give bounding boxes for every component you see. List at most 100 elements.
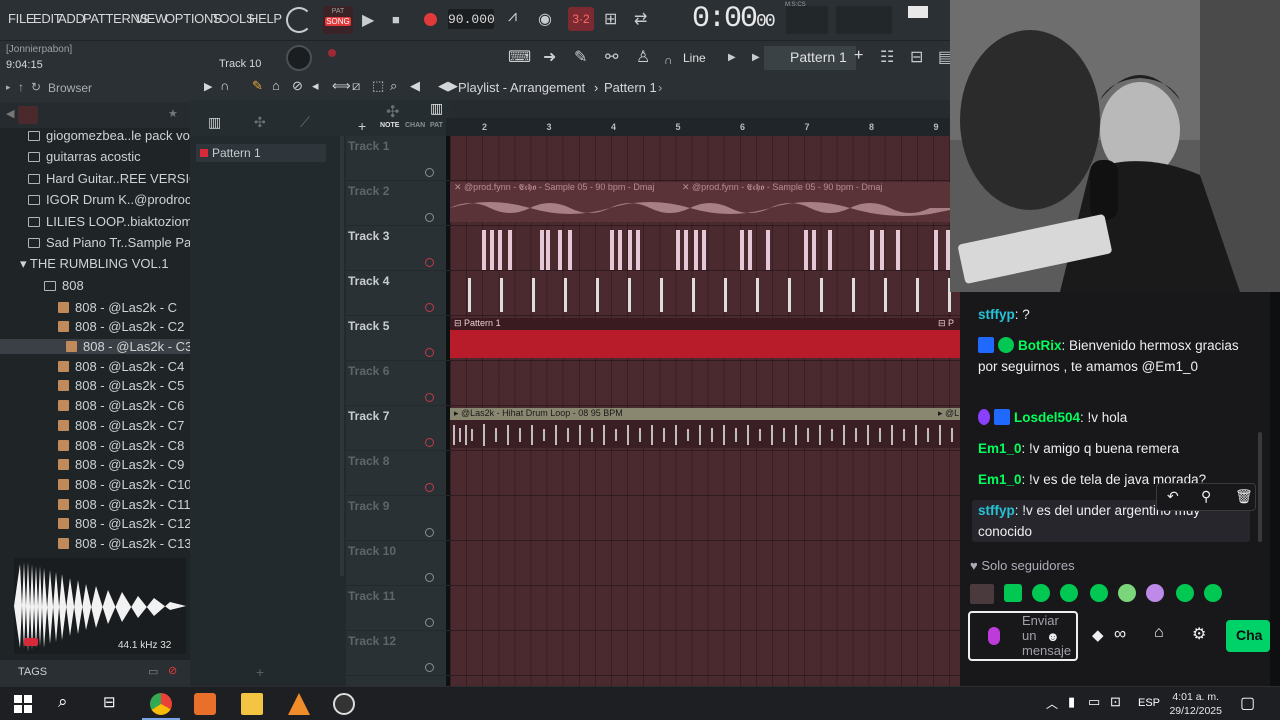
track-header[interactable]: Track 7 [346,406,450,451]
menu-add[interactable]: ADD [58,11,85,26]
browser-sample-item[interactable]: 808 - @Las2k - C2 [58,319,184,334]
browser-sample-item[interactable]: 808 - @Las2k - C13 [58,536,192,551]
browser-star-icon[interactable]: ★ [168,107,178,120]
automation-icon[interactable]: ⟋ [300,114,310,131]
pattern-arrow-icon[interactable]: ▶ [752,52,760,63]
snap-arrow-icon[interactable]: ▶ [728,52,736,63]
emote-icon[interactable] [1118,584,1136,602]
browser-sample-item[interactable]: 808 - @Las2k - C6 [58,398,184,413]
mute-icon[interactable]: ◂ [312,78,319,94]
play-icon[interactable]: ▶ [362,10,374,30]
chat-scrollbar[interactable] [1258,432,1262,542]
browser-folder-item[interactable]: Sad Piano Tr..Sample Pack [28,235,204,250]
track-header[interactable]: Track 9 [346,496,450,541]
mic-icon[interactable] [988,627,1000,645]
chat-username[interactable]: stffyp [978,307,1015,322]
mixer-icon[interactable]: ☷ [880,47,894,67]
browser-sample-item[interactable]: 808 - @Las2k - C3 [0,339,192,354]
browser-sample-item[interactable]: 808 - @Las2k - C12 [58,516,192,531]
track-mute-icon[interactable] [425,168,434,177]
slice-icon[interactable]: ⧄ [352,78,360,94]
track-header[interactable]: Track 11 [346,586,450,631]
trash-icon[interactable]: 🗑 [1235,488,1253,505]
browser-folder-item[interactable]: IGOR Drum K..@prodrocka [28,192,205,207]
track-header[interactable]: Track 12 [346,631,450,676]
timeline-ruler[interactable]: 2 3 4 5 6 7 8 9 [446,118,950,136]
channel-rack-icon[interactable]: ⊟ [910,47,923,67]
browser-sample-item[interactable]: 808 - @Las2k - C8 [58,438,184,453]
pitch-knob[interactable] [286,45,312,71]
browser-sample-item[interactable]: 808 - @Las2k - C4 [58,359,184,374]
chat-input[interactable]: Enviar un mensaje ☻ [968,611,1078,661]
master-volume-knob[interactable] [286,7,312,33]
browser-folder-item[interactable]: Hard Guitar..REE VERSION [28,171,209,186]
tray-network-icon[interactable]: ⊡ [1110,694,1121,710]
track-mute-icon[interactable] [425,618,434,627]
track-header[interactable]: Track 5 [346,316,450,361]
arrow-right-icon[interactable]: ➜ [543,47,556,67]
magnet-icon[interactable]: ∩ [664,53,673,67]
settings-gear-icon[interactable]: ⚙ [1192,624,1206,644]
browser-up-icon[interactable]: ↑ [18,80,24,94]
track-header[interactable]: Track 3 [346,226,450,271]
snap-selector[interactable]: Line [683,51,706,65]
track-mute-icon[interactable] [425,303,434,312]
emote-icon[interactable] [1004,584,1022,602]
obs-icon[interactable] [333,693,355,715]
browser-folder-item[interactable]: LILIES LOOP..biaktoziomal [28,214,203,229]
tags-search-icon[interactable]: ⊘ [168,664,177,677]
chat-username[interactable]: Em1_0 [978,441,1022,456]
pat-song-toggle[interactable]: PAT SONG [323,6,353,34]
browser-sample-item[interactable]: 808 - @Las2k - C10 [58,477,192,492]
loop-icon[interactable]: ∞ [1114,624,1126,644]
stop-icon[interactable]: ■ [392,12,400,27]
emoji-icon[interactable]: ☻ [1046,629,1060,644]
delete-icon[interactable]: ⊘ [292,78,303,94]
browser-sample-item[interactable]: 808 - @Las2k - C [58,300,177,315]
tray-mic-icon[interactable]: ▮ [1068,694,1075,710]
emote-thumbnail[interactable] [970,584,994,604]
moderator-badge-icon[interactable] [994,409,1010,425]
track-mute-icon[interactable] [425,528,434,537]
stamp-icon[interactable]: ♙ [636,47,650,67]
audio-clip-sample[interactable]: ✕ @prod.fynn - 𝕰𝖈𝖍𝖔 - Sample 05 - 90 bpm… [450,182,960,222]
windows-start-icon[interactable] [12,693,34,715]
track-mute-icon[interactable] [425,438,434,447]
blend-notes-icon[interactable]: ⊞ [604,9,617,29]
track-mute-icon[interactable] [425,348,434,357]
emote-icon[interactable] [1146,584,1164,602]
notifications-icon[interactable]: ▢ [1240,693,1255,713]
metronome-icon[interactable]: ⩘ [508,8,517,26]
browser-sample-item[interactable]: 808 - @Las2k - C11 [58,497,191,512]
emote-icon[interactable] [1176,584,1194,602]
fl-studio-icon[interactable] [288,693,310,715]
browser-sample-item[interactable]: 808 - @Las2k - C9 [58,457,184,472]
magnet-snap-icon[interactable]: ∩ [220,78,229,93]
track-mute-icon[interactable] [425,393,434,402]
tab-pat[interactable]: PAT [430,122,443,129]
playback-icon[interactable]: ◀ [410,78,420,94]
add-pattern-icon[interactable]: + [854,47,863,65]
playlist-grid[interactable]: ✕ @prod.fynn - 𝕰𝖈𝖍𝖔 - Sample 05 - 90 bpm… [450,136,960,686]
chrome-icon[interactable] [150,693,172,715]
chat-username[interactable]: Em1_0 [978,472,1022,487]
browser-folder-item[interactable]: 808 [44,278,84,293]
browser-sample-item[interactable]: 808 - @Las2k - C5 [58,378,184,393]
language-indicator[interactable]: ESP [1138,697,1160,709]
pin-icon[interactable]: ⚲ [1201,488,1211,505]
record-icon[interactable] [424,13,437,26]
link-icon[interactable]: ⚯ [605,47,618,67]
track-header[interactable]: Track 1 [346,136,450,181]
tab-note[interactable]: NOTE [380,122,399,129]
browser-folder-item[interactable]: guitarras acostic [28,149,141,164]
hihat-clip[interactable]: ▸ @Las2k - Hihat Drum Loop - 08 95 BPM ▸… [450,408,960,448]
paint-icon[interactable]: ⌂ [272,78,280,93]
zoom-icon[interactable]: ⌕ [390,78,397,94]
browser-folder-item[interactable]: giogomezbea..le pack vol1 [28,128,200,143]
picker-add-icon[interactable]: + [256,664,264,680]
pattern-selector[interactable]: Pattern 1 [764,46,856,70]
reply-icon[interactable]: ↶ [1167,488,1179,505]
tags-bar[interactable]: TAGS ▭ ⊘ [0,660,190,686]
browser-sample-item[interactable]: 808 - @Las2k - C7 [58,418,184,433]
playlist-arrow-icon[interactable]: ◀▶ [438,78,458,94]
